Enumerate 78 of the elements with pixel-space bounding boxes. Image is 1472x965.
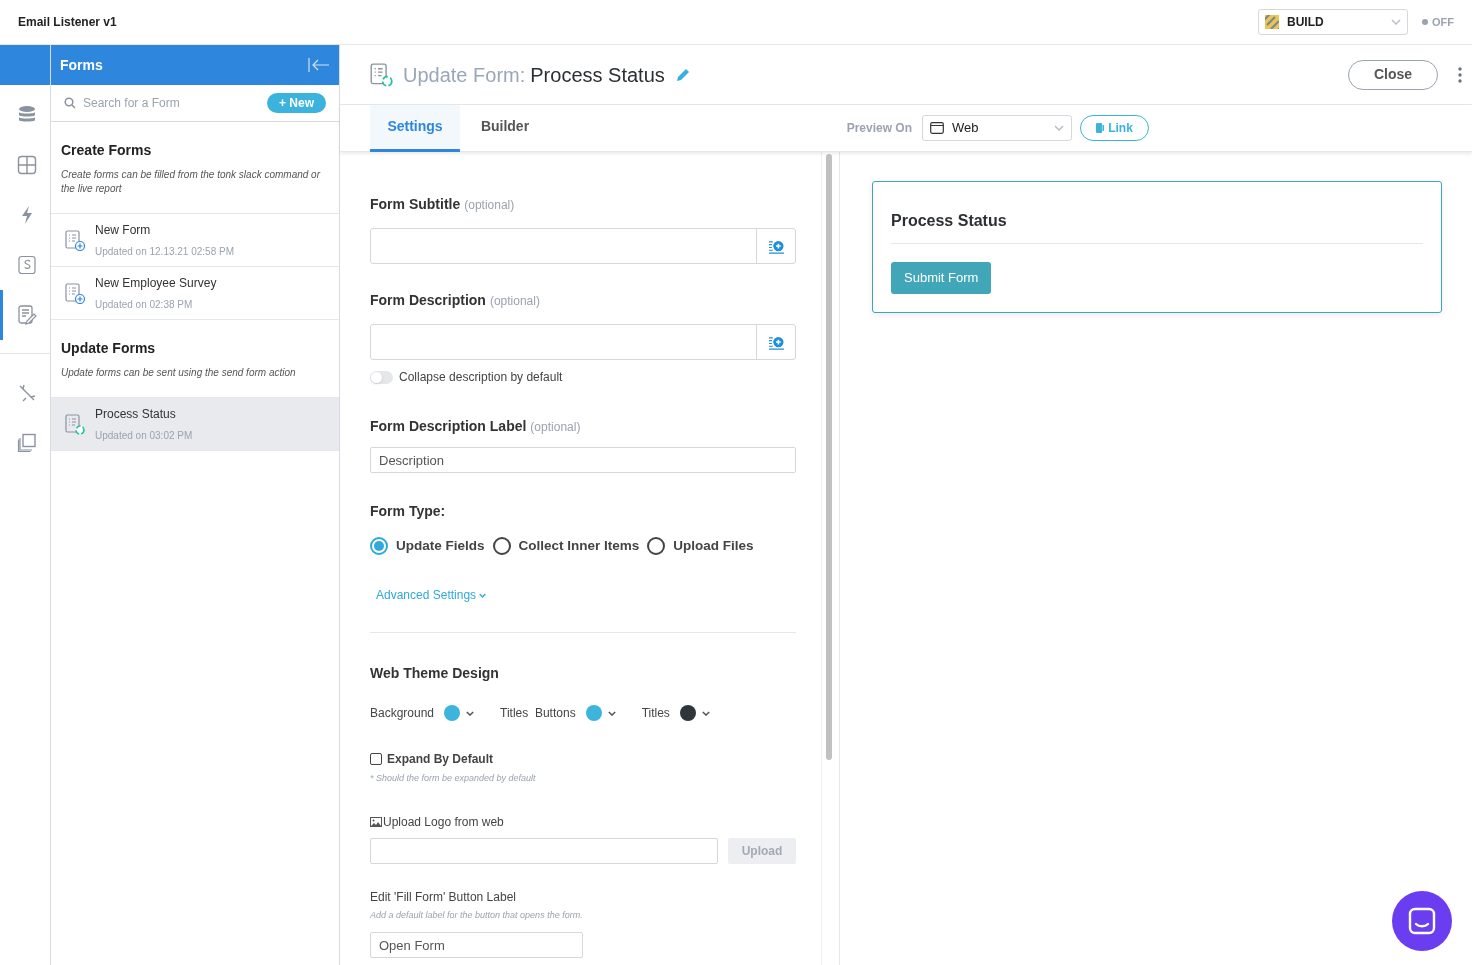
- form-name: New Form: [95, 222, 152, 239]
- form-edit-icon: [16, 305, 37, 325]
- optional-hint: (optional): [530, 419, 581, 436]
- text-field[interactable]: [370, 837, 718, 864]
- scrollbar-thumb[interactable]: [825, 154, 832, 760]
- app-title: Email Listener v1: [18, 14, 117, 31]
- field-label: Form Description: [370, 291, 486, 310]
- section-description: Create forms can be filled from the tonk slack command or the live report: [61, 168, 322, 196]
- section-description: Update forms can be sent using the send form action: [61, 366, 297, 380]
- field-label: Form Type:: [370, 502, 447, 521]
- form-updated-time: Updated on 12.13.21 02:58 PM: [95, 245, 234, 259]
- search-icon: [64, 97, 76, 109]
- panel-title: Forms: [60, 55, 104, 75]
- more-icon: [1458, 66, 1462, 83]
- search-field[interactable]: Search for a Form: [83, 94, 253, 112]
- checkbox[interactable]: [370, 753, 382, 766]
- field-label: Upload Logo from web: [383, 813, 504, 831]
- chevron-icon: [466, 710, 475, 716]
- hint-text: * Should the form be expanded by default: [370, 772, 537, 786]
- form-icon: [370, 62, 393, 87]
- letter-s-icon: [16, 255, 37, 275]
- toggle-label: Collapse description by default: [399, 369, 563, 386]
- preview-label: Preview On: [846, 120, 912, 137]
- grid-icon: [16, 155, 37, 175]
- section-title: Web Theme Design: [370, 664, 500, 684]
- chevron-icon: [607, 710, 616, 716]
- striped-icon: [1265, 15, 1279, 29]
- editor-label: Update Form:: [403, 62, 526, 88]
- notebook-icon: [1096, 123, 1105, 133]
- form-name: New Employee Survey: [95, 275, 217, 292]
- text-field[interactable]: Description: [370, 447, 796, 473]
- section-title: Update Forms: [61, 339, 157, 358]
- chat-icon: [1408, 907, 1436, 935]
- tab[interactable]: Settings: [370, 104, 460, 152]
- chevron-icon: [479, 592, 487, 598]
- pencil-icon: [674, 66, 691, 83]
- collapse-icon: [308, 57, 330, 73]
- color-label: Titles Buttons: [500, 705, 576, 723]
- checkbox-label: Expand By Default: [387, 751, 494, 769]
- form-icon: [65, 413, 85, 435]
- optional-hint: (optional): [489, 293, 540, 310]
- field-label: Edit 'Fill Form' Button Label: [370, 888, 517, 906]
- optional-hint: (optional): [464, 197, 515, 214]
- chevron-icon: [1054, 125, 1064, 131]
- color-picker[interactable]: [444, 705, 475, 722]
- environment-dropdown[interactable]: BUILD: [1258, 9, 1408, 35]
- form-updated-time: Updated on 03:02 PM: [95, 429, 193, 443]
- form-icon: [65, 282, 85, 304]
- window-icon: [930, 122, 944, 134]
- color-label: Background: [370, 705, 435, 723]
- color-label: Titles: [641, 705, 670, 723]
- form-icon: [65, 229, 85, 251]
- form-list-item[interactable]: Process Status Updated on 03:02 PM: [51, 398, 339, 451]
- form-updated-time: Updated on 02:38 PM: [95, 298, 194, 312]
- field-label: Form Description Label: [370, 417, 527, 436]
- text-field[interactable]: [370, 228, 796, 264]
- chevron-icon: [701, 710, 710, 716]
- device-dropdown[interactable]: Web: [922, 115, 1072, 141]
- form-title: Process Status: [530, 62, 665, 88]
- image-icon: [370, 816, 382, 827]
- chevron-icon: [1391, 19, 1401, 25]
- radio-option[interactable]: Collect Inner Items: [492, 536, 640, 557]
- add-variable-icon: [768, 238, 784, 254]
- text-field[interactable]: Open Form: [370, 932, 583, 959]
- field-label: Form Subtitle: [370, 195, 461, 214]
- color-picker[interactable]: [585, 705, 616, 722]
- form-name: Process Status: [95, 406, 177, 423]
- radio-option[interactable]: Update Fields: [370, 536, 485, 557]
- tab[interactable]: Builder: [460, 104, 550, 152]
- toggle-switch[interactable]: [370, 370, 393, 384]
- copy-icon: [16, 433, 37, 453]
- text-field[interactable]: [370, 324, 796, 360]
- section-title: Create Forms: [61, 141, 153, 160]
- color-picker[interactable]: [679, 705, 710, 722]
- hint-text: Add a default label for the button that opens the form.: [370, 908, 584, 922]
- radio-option[interactable]: Upload Files: [647, 536, 754, 557]
- preview-title: Process Status: [891, 209, 1423, 244]
- add-variable-icon: [768, 334, 784, 350]
